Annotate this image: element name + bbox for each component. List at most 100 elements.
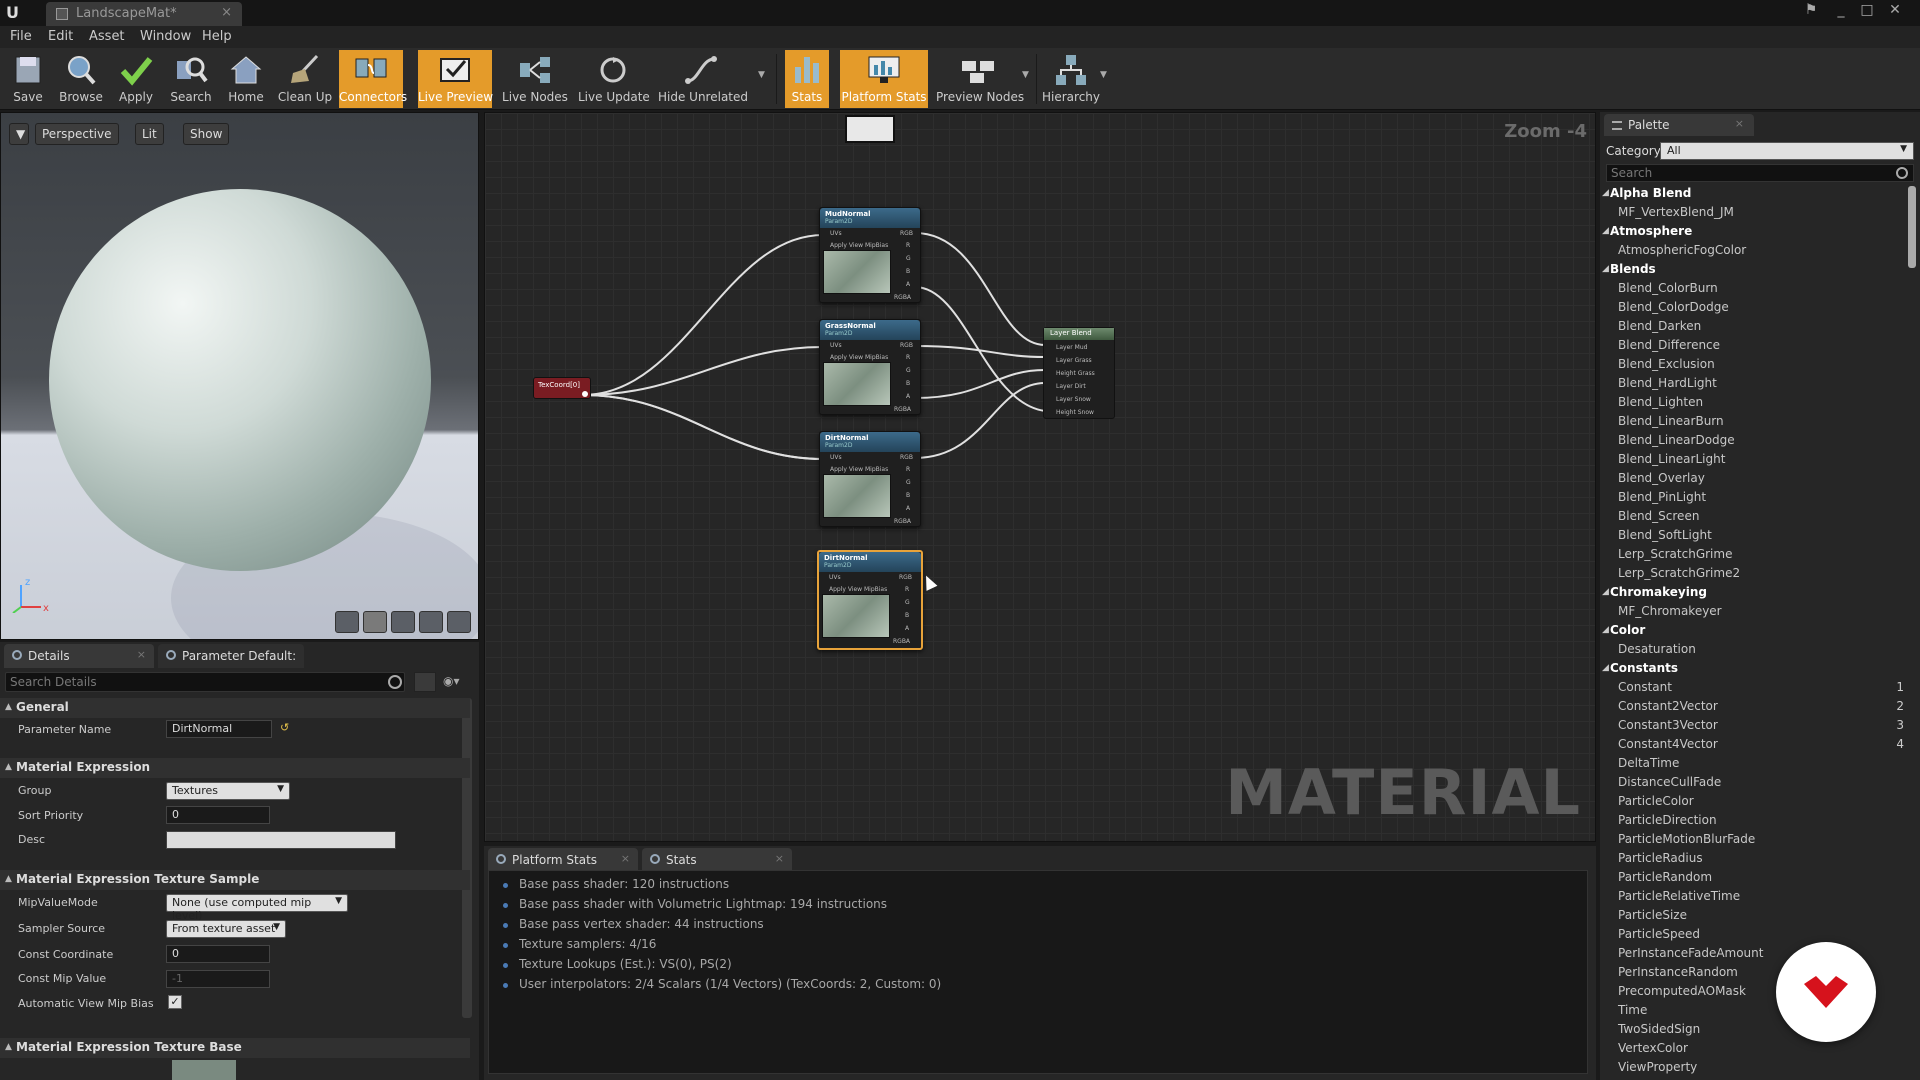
pin-uvs[interactable]: UVs [830,342,842,349]
close-tab-icon[interactable]: × [137,648,146,661]
menu-file[interactable]: File [10,29,32,44]
palette-scrollbar[interactable] [1908,186,1916,268]
home-button[interactable]: Home [222,50,270,108]
sampler-source-combo[interactable]: From texture asset ▼ [166,920,286,938]
pin-height-snow[interactable]: Height Snow [1056,409,1094,416]
texture-thumbnail[interactable] [172,1060,236,1080]
menu-help[interactable]: Help [202,29,232,44]
palette-category[interactable]: ◢ Constants [1600,661,1908,680]
palette-category[interactable]: ◢ Color [1600,623,1908,642]
pin-layer-dirt[interactable]: Layer Dirt [1056,383,1086,390]
section-texture-base[interactable]: ▲ Material Expression Texture Base [0,1038,470,1058]
palette-item[interactable]: VertexColor [1600,1041,1908,1060]
hierarchy-button[interactable]: Hierarchy [1042,50,1100,108]
palette-item[interactable]: Blend_Lighten [1600,395,1908,414]
pin-a[interactable]: A [905,625,909,632]
texture-param-node-dirt-selected[interactable]: DirtNormal Param2D UVs Apply View MipBias… [817,550,923,650]
pin-layer-snow[interactable]: Layer Snow [1056,396,1091,403]
palette-item[interactable]: Constant 1 [1600,680,1908,699]
material-graph[interactable]: TexCoord[0] MudNormal Param2D UVs Apply V… [484,112,1596,842]
tab-palette[interactable]: Palette × [1604,114,1754,136]
platform-stats-button[interactable]: Platform Stats [840,50,928,108]
texture-param-node-grass[interactable]: GrassNormal Param2D UVs Apply View MipBia… [819,319,921,415]
palette-item[interactable]: MF_VertexBlend_JM [1600,205,1908,224]
section-general[interactable]: ▲ General [0,698,470,718]
pin-layer-mud[interactable]: Layer Mud [1056,344,1087,351]
preview-mesh-icon[interactable] [447,611,471,633]
pin-rgba[interactable]: RGBA [894,294,911,301]
texture-param-node-dirt[interactable]: DirtNormal Param2D UVs Apply View MipBias… [819,431,921,527]
pin-uvs[interactable]: UVs [830,454,842,461]
save-button[interactable]: Save [6,50,50,108]
pin-uvs[interactable]: UVs [830,230,842,237]
preview-plane-icon[interactable] [391,611,415,633]
pin-a[interactable]: A [906,281,910,288]
palette-item[interactable]: Blend_HardLight [1600,376,1908,395]
palette-item[interactable]: ParticleRandom [1600,870,1908,889]
pin-rgb[interactable]: RGB [900,454,913,461]
close-tab-icon[interactable]: × [1735,117,1744,130]
pin-b[interactable]: B [906,268,910,275]
visibility-eye-icon[interactable]: ◉▾ [443,674,465,690]
viewport-options-button[interactable]: ▼ [9,123,29,145]
tab-platform-stats[interactable]: Platform Stats × [488,848,638,872]
live-preview-button[interactable]: Live Preview [418,50,493,108]
palette-item[interactable]: ParticleColor [1600,794,1908,813]
pin-mipbias[interactable]: Apply View MipBias [830,466,888,473]
palette-item[interactable]: Blend_LinearLight [1600,452,1908,471]
preview-cube-icon[interactable] [419,611,443,633]
preview-nodes-button[interactable]: Preview Nodes [936,50,1024,108]
pin-mipbias[interactable]: Apply View MipBias [830,242,888,249]
hide-unrelated-dropdown-icon[interactable]: ▼ [758,70,765,80]
live-nodes-button[interactable]: Live Nodes [502,50,568,108]
pin-g[interactable]: G [905,599,910,606]
pin-rgb[interactable]: RGB [899,574,912,581]
section-texture-sample[interactable]: ▲ Material Expression Texture Sample [0,870,470,890]
palette-item[interactable]: Blend_SoftLight [1600,528,1908,547]
lit-button[interactable]: Lit [135,123,164,145]
pin-r[interactable]: R [905,586,909,593]
property-matrix-button[interactable] [414,672,436,692]
feedback-icon[interactable]: ⚑ [1800,2,1822,22]
pin-height-grass[interactable]: Height Grass [1056,370,1095,377]
hide-unrelated-button[interactable]: Hide Unrelated [658,50,748,108]
search-button[interactable]: Search [166,50,216,108]
pin-g[interactable]: G [906,479,911,486]
palette-item[interactable]: Blend_Darken [1600,319,1908,338]
pin-g[interactable]: G [906,367,911,374]
pin-r[interactable]: R [906,466,910,473]
tab-stats[interactable]: Stats × [642,848,792,872]
palette-item[interactable]: ViewProperty [1600,1060,1908,1079]
maximize-button[interactable]: □ [1856,2,1878,22]
pin-rgb[interactable]: RGB [900,342,913,349]
pin-a[interactable]: A [906,393,910,400]
close-tab-icon[interactable]: × [775,852,784,865]
palette-item[interactable]: ParticleSize [1600,908,1908,927]
menu-window[interactable]: Window [140,29,191,44]
palette-item[interactable]: Blend_Screen [1600,509,1908,528]
palette-item[interactable]: Constant4Vector 4 [1600,737,1908,756]
palette-item[interactable]: ParticleMotionBlurFade [1600,832,1908,851]
palette-item[interactable]: ParticleSpeed [1600,927,1908,946]
close-window-button[interactable]: ✕ [1884,2,1906,22]
palette-category[interactable]: ◢ Alpha Blend [1600,186,1908,205]
reset-to-default-icon[interactable]: ↺ [280,721,289,734]
texture-param-node-mud[interactable]: MudNormal Param2D UVs Apply View MipBias … [819,207,921,303]
palette-item[interactable]: Blend_PinLight [1600,490,1908,509]
layer-blend-node[interactable]: Layer Blend Layer Mud Layer Grass Height… [1043,327,1115,419]
palette-item[interactable]: Blend_Difference [1600,338,1908,357]
pin-rgb[interactable]: RGB [900,230,913,237]
palette-search-input[interactable]: Search [1606,164,1914,182]
palette-item[interactable]: Lerp_ScratchGrime2 [1600,566,1908,585]
live-update-button[interactable]: Live Update [578,50,650,108]
palette-category[interactable]: ◢ Blends [1600,262,1908,281]
pin-mipbias[interactable]: Apply View MipBias [830,354,888,361]
preview-cylinder-icon[interactable] [335,611,359,633]
pin-r[interactable]: R [906,242,910,249]
palette-item[interactable]: Blend_ColorBurn [1600,281,1908,300]
desc-field[interactable] [166,831,396,849]
close-tab-icon[interactable]: × [221,5,232,20]
pin-layer-grass[interactable]: Layer Grass [1056,357,1092,364]
palette-item[interactable]: ParticleRelativeTime [1600,889,1908,908]
palette-item[interactable]: MF_Chromakeyer [1600,604,1908,623]
